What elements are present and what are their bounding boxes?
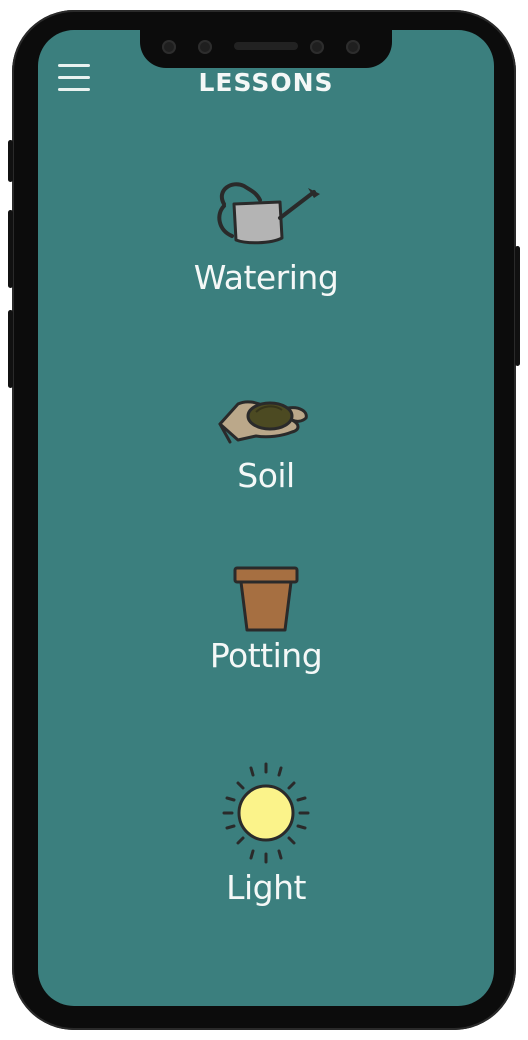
flower-pot-icon xyxy=(233,566,299,632)
phone-volume-up-button xyxy=(8,210,13,288)
lesson-watering[interactable]: Watering xyxy=(166,178,366,297)
lesson-label: Light xyxy=(226,868,306,907)
lesson-label: Potting xyxy=(209,636,323,675)
watering-can-icon xyxy=(217,182,320,245)
phone-volume-down-button xyxy=(8,310,13,388)
sun-icon xyxy=(222,762,310,864)
lesson-label: Watering xyxy=(193,258,339,297)
phone-side-button xyxy=(8,140,13,182)
camera-notch xyxy=(140,30,392,68)
phone-power-button xyxy=(515,246,520,366)
lesson-label: Soil xyxy=(237,456,295,495)
lesson-potting[interactable]: Potting xyxy=(166,562,366,675)
hand-holding-soil-icon xyxy=(218,400,308,444)
page-title: LESSONS xyxy=(198,68,334,97)
lesson-light[interactable]: Light xyxy=(166,758,366,907)
lesson-soil[interactable]: Soil xyxy=(166,382,366,495)
app-screen: LESSONS Watering Soil Potting Light xyxy=(38,30,494,1006)
